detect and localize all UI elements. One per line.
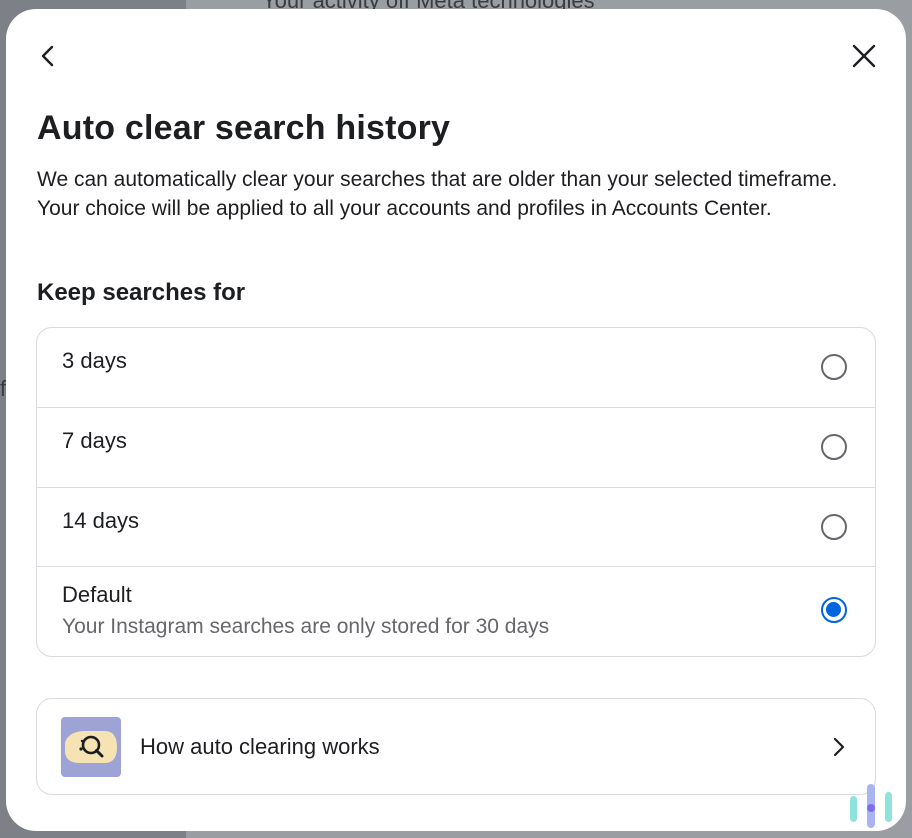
magnifier-illustration-icon	[61, 717, 121, 777]
close-icon	[852, 44, 876, 68]
option-3-days[interactable]: 3 days	[37, 328, 875, 408]
dialog-description: We can automatically clear your searches…	[37, 168, 838, 220]
option-label: 3 days	[62, 348, 127, 373]
radio-button[interactable]	[821, 514, 847, 540]
auto-clear-dialog: Auto clear search history We can automat…	[6, 9, 906, 831]
how-auto-clearing-works-link[interactable]: How auto clearing works	[36, 698, 876, 795]
option-default[interactable]: Default Your Instagram searches are only…	[37, 567, 875, 656]
chevron-left-icon	[41, 45, 54, 67]
watermark-logo-icon	[846, 780, 896, 832]
option-label: 7 days	[62, 428, 127, 453]
radio-button-selected[interactable]	[821, 597, 847, 623]
back-button[interactable]	[28, 36, 68, 76]
option-7-days[interactable]: 7 days	[37, 408, 875, 488]
option-label: 14 days	[62, 508, 140, 533]
radio-button[interactable]	[821, 354, 847, 380]
option-sublabel: Your Instagram searches are only stored …	[62, 615, 550, 638]
chevron-right-icon	[833, 737, 845, 757]
dialog-title: Auto clear search history	[37, 109, 451, 147]
retention-options: 3 days 7 days 14 days Default Your Insta…	[36, 327, 876, 657]
option-label: Default	[62, 582, 132, 607]
close-button[interactable]	[844, 36, 884, 76]
section-label: Keep searches for	[37, 279, 246, 306]
info-card-label: How auto clearing works	[140, 734, 380, 759]
option-14-days[interactable]: 14 days	[37, 488, 875, 567]
radio-button[interactable]	[821, 434, 847, 460]
